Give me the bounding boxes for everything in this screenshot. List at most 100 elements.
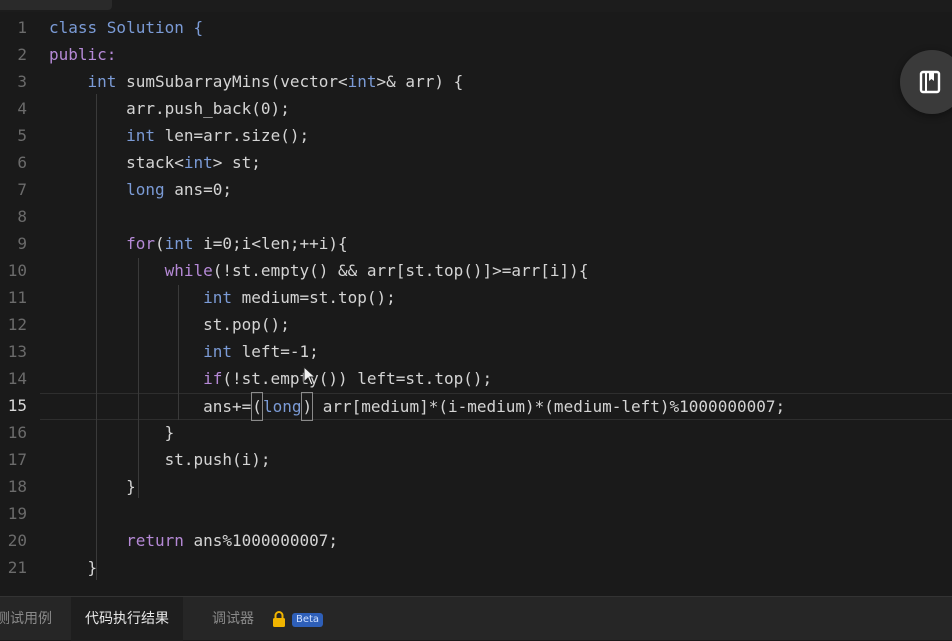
book-icon-button[interactable] bbox=[900, 50, 952, 114]
code-token: } bbox=[49, 558, 98, 577]
code-token: long bbox=[262, 397, 302, 416]
tab-test-cases-label: 测试用例 bbox=[0, 611, 52, 627]
code-token: int bbox=[203, 342, 233, 361]
code-line[interactable]: st.pop(); bbox=[49, 311, 290, 338]
mouse-pointer-icon bbox=[303, 365, 317, 391]
line-number: 2 bbox=[17, 45, 27, 64]
line-number: 6 bbox=[17, 153, 27, 172]
code-line[interactable]: if(!st.empty()) left=st.top(); bbox=[49, 365, 492, 392]
code-line[interactable]: arr.push_back(0); bbox=[49, 95, 290, 122]
line-number: 16 bbox=[7, 423, 27, 442]
code-token: int bbox=[203, 288, 233, 307]
code-editor[interactable]: 1 2 3 4 5 6 7 8 9 10 11 12 13 14 15 16 17 18 19 20 21 class … bbox=[0, 0, 952, 596]
code-line[interactable]: public: bbox=[49, 41, 116, 68]
code-token: st.pop(); bbox=[49, 315, 290, 334]
beta-badge: Beta bbox=[292, 613, 324, 627]
code-token: int bbox=[126, 126, 155, 145]
code-line[interactable]: class Solution { bbox=[49, 14, 203, 41]
code-token: sumSubarrayMins(vector< bbox=[116, 72, 348, 91]
code-token: i=0;i<len;++i){ bbox=[193, 234, 348, 253]
line-number: 4 bbox=[17, 99, 27, 118]
line-number: 18 bbox=[7, 477, 27, 496]
code-line[interactable]: } bbox=[49, 554, 98, 581]
line-number: 10 bbox=[7, 261, 27, 280]
code-token: int bbox=[183, 153, 213, 172]
line-number: 13 bbox=[7, 342, 27, 361]
code-token: ( bbox=[251, 392, 263, 421]
code-token: left=-1; bbox=[232, 342, 319, 361]
line-number: 19 bbox=[7, 504, 27, 523]
code-line[interactable]: int len=arr.size(); bbox=[49, 122, 309, 149]
code-token: >& arr) { bbox=[376, 72, 464, 91]
code-line[interactable]: long ans=0; bbox=[49, 176, 232, 203]
code-line[interactable]: return ans%1000000007; bbox=[49, 527, 338, 554]
line-number: 12 bbox=[7, 315, 27, 334]
code-token: ans=0; bbox=[164, 180, 233, 199]
line-number: 11 bbox=[7, 288, 27, 307]
code-line[interactable]: while(!st.empty() && arr[st.top()]>=arr[… bbox=[49, 257, 589, 284]
code-line[interactable]: st.push(i); bbox=[49, 446, 271, 473]
code-token: arr[medium]*(i-medium)*(medium-left)%100… bbox=[313, 397, 786, 416]
code-token: len=arr.size(); bbox=[154, 126, 310, 145]
code-token: long bbox=[126, 180, 165, 199]
book-icon bbox=[919, 70, 941, 94]
tab-debugger-label: 调试器 bbox=[212, 611, 254, 627]
tab-execution-result[interactable]: 代码执行结果 bbox=[71, 597, 183, 641]
code-line[interactable]: } bbox=[49, 419, 175, 446]
code-token: ans%1000000007; bbox=[183, 531, 338, 550]
code-token: for bbox=[126, 234, 155, 253]
code-token: arr.push_back(0); bbox=[49, 99, 290, 118]
line-number-gutter: 1 2 3 4 5 6 7 8 9 10 11 12 13 14 15 16 17 18 19 20 21 bbox=[0, 0, 40, 596]
line-number: 15 bbox=[7, 396, 27, 415]
code-line[interactable]: stack<int> st; bbox=[49, 149, 261, 176]
code-token: int bbox=[164, 234, 194, 253]
line-number: 20 bbox=[7, 531, 27, 550]
code-token: st.push(i); bbox=[49, 450, 271, 469]
code-token: class Solution { bbox=[49, 18, 204, 37]
code-line[interactable]: } bbox=[49, 473, 136, 500]
line-number: 17 bbox=[7, 450, 27, 469]
code-line[interactable]: int medium=st.top(); bbox=[49, 284, 396, 311]
tab-test-cases[interactable]: 测试用例 bbox=[0, 597, 62, 641]
code-token: } bbox=[49, 477, 136, 496]
line-number: 5 bbox=[17, 126, 27, 145]
code-token: while bbox=[164, 261, 213, 280]
line-number: 9 bbox=[17, 234, 27, 253]
bottom-panel-tabs: 测试用例 代码执行结果 调试器 bbox=[0, 596, 952, 641]
code-line[interactable]: int sumSubarrayMins(vector<int>& arr) { bbox=[49, 68, 464, 95]
code-token: } bbox=[49, 423, 175, 442]
code-token: medium=st.top(); bbox=[232, 288, 396, 307]
lock-icon bbox=[273, 611, 285, 627]
code-token: > st; bbox=[212, 153, 261, 172]
code-line[interactable]: for(int i=0;i<len;++i){ bbox=[49, 230, 348, 257]
tab-execution-result-label: 代码执行结果 bbox=[85, 611, 169, 627]
code-token: ans+= bbox=[49, 397, 252, 416]
code-token: return bbox=[126, 531, 184, 550]
code-token: int bbox=[347, 72, 377, 91]
code-token: stack< bbox=[49, 153, 184, 172]
line-number: 8 bbox=[17, 207, 27, 226]
line-number: 1 bbox=[17, 18, 27, 37]
line-number: 3 bbox=[17, 72, 27, 91]
editor-top-strip bbox=[0, 0, 952, 12]
code-token: if bbox=[203, 369, 223, 388]
code-line[interactable]: int left=-1; bbox=[49, 338, 319, 365]
code-token: ( bbox=[154, 234, 165, 253]
line-number: 21 bbox=[7, 558, 27, 577]
code-token: (!st.empty()) left=st.top(); bbox=[222, 369, 493, 388]
code-token: ) bbox=[301, 392, 314, 421]
code-line[interactable]: ans+=(long) arr[medium]*(i-medium)*(medi… bbox=[49, 392, 786, 421]
line-number: 7 bbox=[17, 180, 27, 199]
line-number: 14 bbox=[7, 369, 27, 388]
code-token: int bbox=[87, 72, 117, 91]
code-token: (!st.empty() && arr[st.top()]>=arr[i]){ bbox=[212, 261, 589, 280]
